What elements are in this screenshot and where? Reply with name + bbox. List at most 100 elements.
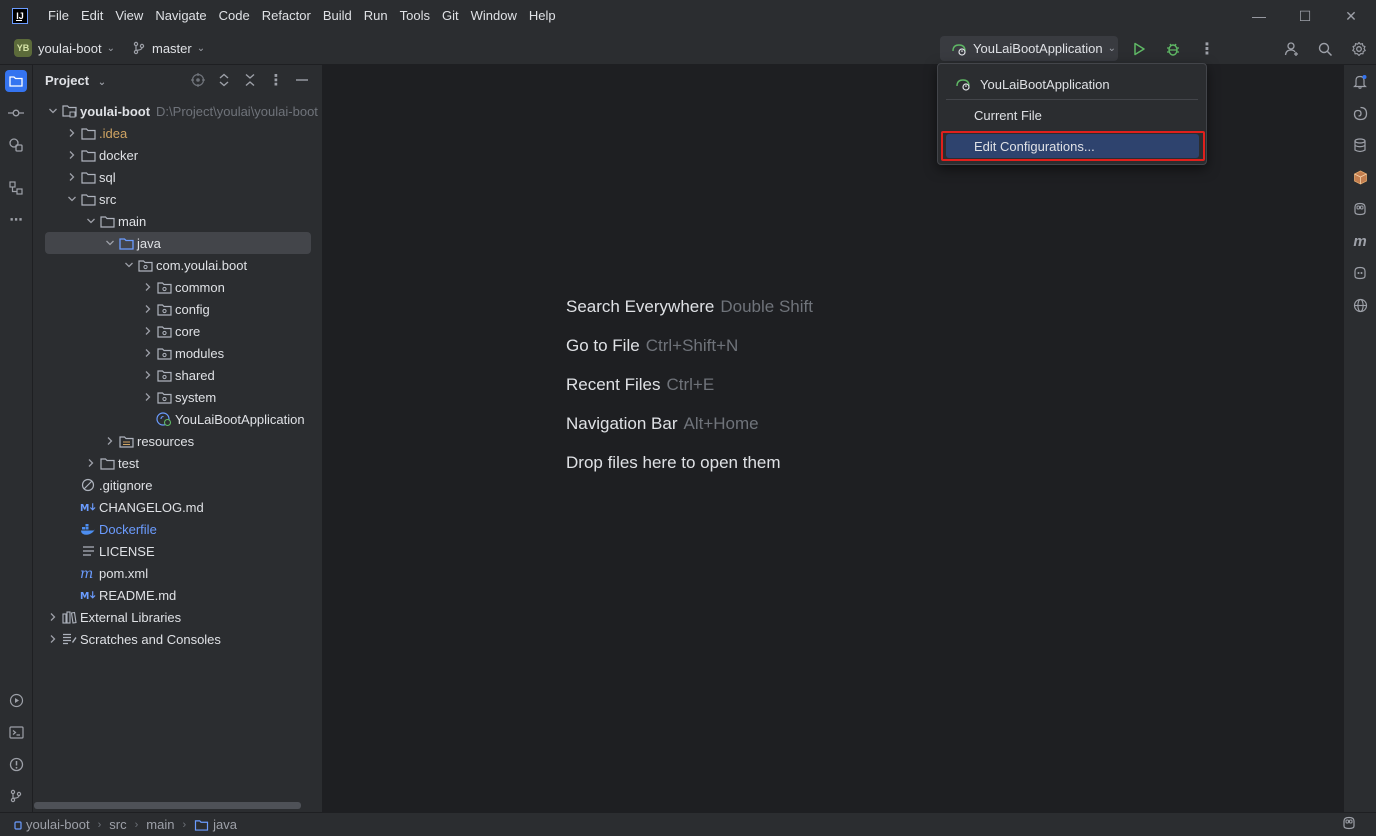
vcs-branch-switcher[interactable]: master ⌄ [132, 37, 205, 59]
chevron-right-icon[interactable] [64, 147, 80, 163]
tree-node-scratches-and-consoles[interactable]: Scratches and Consoles [33, 628, 322, 650]
chevron-down-icon[interactable] [121, 257, 137, 273]
problems-icon[interactable] [5, 753, 27, 775]
hide-panel-icon[interactable] [293, 71, 311, 89]
run-configuration-selector[interactable]: YouLaiBootApplication ⌄ [940, 36, 1118, 61]
menu-navigate[interactable]: Navigate [149, 0, 212, 32]
git-icon[interactable] [5, 785, 27, 807]
project-panel-title[interactable]: Project ⌄ [45, 73, 106, 88]
maximize-icon[interactable]: ☐ [1282, 0, 1328, 32]
tree-node-changelog-md[interactable]: M CHANGELOG.md [33, 496, 322, 518]
intellij-logo-icon[interactable]: IJ [12, 8, 28, 24]
menu-edit[interactable]: Edit [75, 0, 109, 32]
run-services-icon[interactable] [5, 689, 27, 711]
menu-window[interactable]: Window [465, 0, 523, 32]
breadcrumb-item[interactable]: main [146, 817, 174, 832]
tree-node-java[interactable]: java [45, 232, 311, 254]
menu-git[interactable]: Git [436, 0, 465, 32]
tree-node-license[interactable]: LICENSE [33, 540, 322, 562]
menu-build[interactable]: Build [317, 0, 358, 32]
tree-node-docker[interactable]: docker [33, 144, 322, 166]
chevron-right-icon[interactable] [140, 279, 156, 295]
tree-node-idea[interactable]: .idea [33, 122, 322, 144]
tree-node-modules[interactable]: modules [33, 342, 322, 364]
chevron-right-icon[interactable] [102, 433, 118, 449]
chevron-right-icon[interactable] [140, 345, 156, 361]
tree-node-external-libraries[interactable]: External Libraries [33, 606, 322, 628]
more-tool-windows-icon[interactable]: ⋯ [5, 209, 27, 231]
copilot-icon[interactable] [1349, 198, 1371, 220]
editor-empty-area[interactable]: Search Everywhere Double Shift Go to File C… [324, 65, 1343, 812]
tree-node-gitignore[interactable]: .gitignore [33, 474, 322, 496]
tree-node-shared[interactable]: shared [33, 364, 322, 386]
expand-all-icon[interactable] [215, 71, 233, 89]
tree-node-common[interactable]: common [33, 276, 322, 298]
project-switcher[interactable]: YB youlai-boot ⌄ [10, 37, 119, 59]
settings-gear-icon[interactable] [1347, 37, 1371, 61]
menu-help[interactable]: Help [523, 0, 562, 32]
close-icon[interactable]: ✕ [1328, 0, 1374, 32]
copilot-chat-icon[interactable] [1349, 262, 1371, 284]
commit-icon[interactable] [5, 102, 27, 124]
menu-refactor[interactable]: Refactor [256, 0, 317, 32]
tree-node-dockerfile[interactable]: Dockerfile [33, 518, 322, 540]
menu-run[interactable]: Run [358, 0, 394, 32]
services-icon[interactable] [5, 134, 27, 156]
chevron-down-icon[interactable] [83, 213, 99, 229]
popup-item-youlaibootapplication[interactable]: YouLaiBootApplication [946, 72, 1199, 96]
structure-icon[interactable] [5, 177, 27, 199]
tree-node-test[interactable]: test [33, 452, 322, 474]
web-globe-icon[interactable] [1349, 294, 1371, 316]
chevron-right-icon[interactable] [140, 367, 156, 383]
tree-node-com-youlai-boot[interactable]: com.youlai.boot [33, 254, 322, 276]
chevron-right-icon[interactable] [83, 455, 99, 471]
search-icon[interactable] [1313, 37, 1337, 61]
chevron-right-icon[interactable] [140, 301, 156, 317]
maven-icon[interactable]: m [1349, 230, 1371, 252]
chevron-right-icon[interactable] [64, 125, 80, 141]
tree-node-main[interactable]: main [33, 210, 322, 232]
plugin-icon[interactable] [1349, 166, 1371, 188]
minimize-icon[interactable]: — [1236, 0, 1282, 32]
database-icon[interactable] [1349, 134, 1371, 156]
chevron-down-icon[interactable] [102, 235, 118, 251]
tree-node-youlai-boot[interactable]: youlai-boot D:\Project\youlai\youlai-boot [33, 100, 322, 122]
breadcrumb-item[interactable]: java [194, 817, 237, 832]
options-icon[interactable]: ⋮ [267, 71, 285, 89]
chevron-down-icon[interactable] [64, 191, 80, 207]
tree-node-core[interactable]: core [33, 320, 322, 342]
terminal-icon[interactable] [5, 721, 27, 743]
copilot-status-icon[interactable] [1341, 816, 1357, 833]
chevron-down-icon[interactable] [45, 103, 61, 119]
tree-node-sql[interactable]: sql [33, 166, 322, 188]
notifications-bell-icon[interactable] [1349, 70, 1371, 92]
chevron-right-icon[interactable] [45, 631, 61, 647]
breadcrumb-item[interactable]: youlai-boot [14, 817, 90, 832]
menu-file[interactable]: File [42, 0, 75, 32]
breadcrumb-item[interactable]: src [109, 817, 126, 832]
debug-icon[interactable] [1161, 37, 1185, 61]
menu-code[interactable]: Code [213, 0, 256, 32]
add-user-icon[interactable] [1280, 37, 1304, 61]
horizontal-scrollbar[interactable] [34, 802, 301, 809]
select-opened-file-icon[interactable] [189, 71, 207, 89]
more-actions-icon[interactable]: ⋮ [1195, 37, 1219, 61]
chevron-right-icon[interactable] [45, 609, 61, 625]
tree-node-pom-xml[interactable]: m pom.xml [33, 562, 322, 584]
run-icon[interactable] [1127, 37, 1151, 61]
tree-node-youlaibootapplication[interactable]: YouLaiBootApplication [33, 408, 322, 430]
menu-view[interactable]: View [109, 0, 149, 32]
collapse-all-icon[interactable] [241, 71, 259, 89]
tree-node-resources[interactable]: resources [33, 430, 322, 452]
tree-node-readme-md[interactable]: M README.md [33, 584, 322, 606]
tree-node-config[interactable]: config [33, 298, 322, 320]
menu-tools[interactable]: Tools [394, 0, 436, 32]
project-tool-window-icon[interactable] [5, 70, 27, 92]
chevron-right-icon[interactable] [140, 323, 156, 339]
chevron-right-icon[interactable] [140, 389, 156, 405]
popup-item-current-file[interactable]: Current File [946, 103, 1199, 127]
tree-node-src[interactable]: src [33, 188, 322, 210]
ai-assistant-icon[interactable] [1349, 102, 1371, 124]
chevron-right-icon[interactable] [64, 169, 80, 185]
tree-node-system[interactable]: system [33, 386, 322, 408]
